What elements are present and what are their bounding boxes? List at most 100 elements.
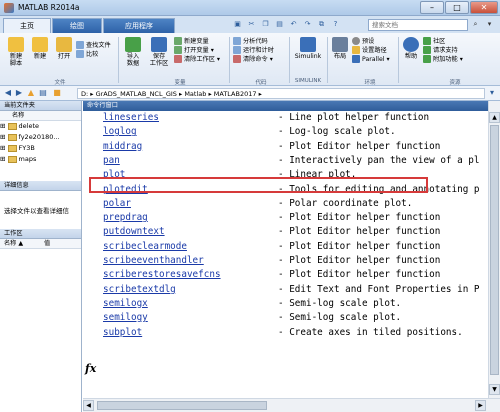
scroll-up-button[interactable]: ▲ xyxy=(489,112,500,123)
vertical-scroll-thumb[interactable] xyxy=(490,125,499,375)
tab-plots[interactable]: 绘图 xyxy=(52,18,102,33)
import-data-button[interactable]: 导入 数据 xyxy=(122,37,144,67)
parallel-label: Parallel ▾ xyxy=(362,56,390,63)
function-link[interactable]: polar xyxy=(103,197,131,211)
current-folder-path[interactable]: D: ▸ GrADS_MATLAB_NCL_GIS ▸ Matlab ▸ MAT… xyxy=(77,88,485,99)
back-arrow-icon[interactable]: ◀ xyxy=(3,88,13,98)
expand-icon[interactable]: ⊞ xyxy=(0,155,5,163)
search-icon[interactable]: ⌕ xyxy=(470,19,481,30)
add-ons-icon xyxy=(423,55,431,63)
scroll-down-button[interactable]: ▼ xyxy=(489,384,500,395)
folder-item[interactable]: ⊞ delete xyxy=(0,121,81,132)
add-ons-button[interactable]: 附加功能 ▾ xyxy=(423,55,463,64)
expand-icon[interactable]: ⊞ xyxy=(0,144,5,152)
horizontal-scrollbar[interactable]: ◀ ▶ xyxy=(83,398,500,412)
undo-quick-icon[interactable]: ↶ xyxy=(288,19,299,30)
scroll-left-button[interactable]: ◀ xyxy=(83,400,94,411)
function-link[interactable]: semilogx xyxy=(103,297,148,311)
copy-quick-icon[interactable]: ❐ xyxy=(260,19,271,30)
function-link[interactable]: lineseries xyxy=(103,111,159,125)
function-link[interactable]: prepdrag xyxy=(103,211,148,225)
clear-workspace-button[interactable]: 清除工作区 ▾ xyxy=(174,55,220,64)
function-link[interactable]: loglog xyxy=(103,125,137,139)
compare-button[interactable]: 比较 xyxy=(76,50,111,59)
community-label: 社区 xyxy=(433,38,446,45)
function-description: - Plot Editor helper function xyxy=(278,212,441,224)
save-quick-icon[interactable]: ▣ xyxy=(232,19,243,30)
expand-icon[interactable]: ⊞ xyxy=(0,122,5,130)
horizontal-scroll-thumb[interactable] xyxy=(97,401,267,410)
folder-item[interactable]: ⊞ fy2e20180... xyxy=(0,132,81,143)
parallel-button[interactable]: Parallel ▾ xyxy=(352,55,390,64)
simulink-button[interactable]: Simulink xyxy=(293,37,323,60)
details-header[interactable]: 详细信息 xyxy=(0,181,81,191)
forward-arrow-icon[interactable]: ▶ xyxy=(14,88,24,98)
vertical-scrollbar[interactable]: ▲ ▼ xyxy=(488,101,500,398)
section-resources: 资源 xyxy=(449,80,461,86)
analyze-code-icon xyxy=(233,37,241,45)
help-quick-icon[interactable]: ? xyxy=(330,19,341,30)
command-output-row: semilogy - Semi-log scale plot. xyxy=(83,311,488,325)
community-button[interactable]: 社区 xyxy=(423,37,463,46)
preferences-label: 预设 xyxy=(362,38,375,45)
cut-quick-icon[interactable]: ✂ xyxy=(246,19,257,30)
current-folder-column-header[interactable]: 名称 xyxy=(0,111,81,121)
run-and-time-button[interactable]: 运行和计时 xyxy=(233,46,274,55)
function-browser-icon[interactable]: fx xyxy=(85,362,96,375)
search-documentation-input[interactable] xyxy=(368,19,468,31)
folder-item[interactable]: ⊞ FY3B xyxy=(0,143,81,154)
folder-item[interactable]: ⊞ maps xyxy=(0,154,81,165)
options-icon[interactable]: ▾ xyxy=(484,19,495,30)
import-data-label: 导入 数据 xyxy=(126,53,140,67)
open-variable-button[interactable]: 打开变量 ▾ xyxy=(174,46,220,55)
function-link[interactable]: pan xyxy=(103,154,120,168)
function-link[interactable]: putdowntext xyxy=(103,225,165,239)
set-path-button[interactable]: 设置路径 xyxy=(352,46,390,55)
function-link[interactable]: scribetextdlg xyxy=(103,283,176,297)
scroll-right-button[interactable]: ▶ xyxy=(475,400,486,411)
find-files-button[interactable]: 查找文件 xyxy=(76,41,111,50)
clear-commands-button[interactable]: 清除命令 ▾ xyxy=(233,55,274,64)
new-button[interactable]: 新建 xyxy=(30,37,50,60)
maximize-button[interactable]: □ xyxy=(445,1,469,14)
folder-name: maps xyxy=(18,155,37,163)
path-dropdown-icon[interactable]: ▾ xyxy=(487,88,497,98)
new-variable-button[interactable]: 新建变量 xyxy=(174,37,220,46)
workspace-header[interactable]: 工作区 xyxy=(0,229,81,239)
preferences-button[interactable]: 预设 xyxy=(352,37,390,46)
browse-folder-icon[interactable]: ▤ xyxy=(38,88,48,98)
command-output-row: subplot - Create axes in tiled positions. xyxy=(83,326,488,340)
tab-apps[interactable]: 应用程序 xyxy=(103,18,175,33)
function-description: - Polar coordinate plot. xyxy=(278,197,413,209)
function-link[interactable]: subplot xyxy=(103,326,142,340)
layout-button[interactable]: 布局 xyxy=(331,37,349,60)
new-variable-label: 新建变量 xyxy=(184,38,209,45)
function-link[interactable]: semilogy xyxy=(103,311,148,325)
save-workspace-button[interactable]: 保存 工作区 xyxy=(147,37,171,67)
expand-icon[interactable]: ⊞ xyxy=(0,133,5,141)
open-button[interactable]: 打开 xyxy=(54,37,74,60)
new-label: 新建 xyxy=(33,53,47,60)
help-button[interactable]: 帮助 xyxy=(402,37,420,60)
current-folder-title: 当前文件夹 xyxy=(4,102,35,109)
analyze-code-button[interactable]: 分析代码 xyxy=(233,37,274,46)
function-link[interactable]: scriberestoresavefcns xyxy=(103,268,221,282)
new-script-button[interactable]: 新建 脚本 xyxy=(6,37,26,67)
function-link[interactable]: scribeeventhandler xyxy=(103,254,204,268)
tab-home[interactable]: 主页 xyxy=(3,18,51,33)
redo-quick-icon[interactable]: ↷ xyxy=(302,19,313,30)
open-variable-label: 打开变量 ▾ xyxy=(184,47,214,54)
close-button[interactable]: ✕ xyxy=(470,1,498,14)
minimize-button[interactable]: – xyxy=(420,1,444,14)
switch-window-icon[interactable]: ⧉ xyxy=(316,19,327,30)
workspace-name-column[interactable]: 名称 ▲ xyxy=(4,239,23,249)
function-link[interactable]: scribeclearmode xyxy=(103,240,187,254)
request-support-button[interactable]: 请求支持 xyxy=(423,46,463,55)
function-description: - Plot Editor helper function xyxy=(278,226,441,238)
function-link[interactable]: middrag xyxy=(103,140,142,154)
command-window[interactable]: 命令行窗口 lineseries - Line plot helper funct… xyxy=(83,101,488,398)
up-folder-icon[interactable]: ▲ xyxy=(26,88,36,98)
paste-quick-icon[interactable]: ▤ xyxy=(274,19,285,30)
workspace-value-column[interactable]: 值 xyxy=(44,239,50,249)
function-description: - Semi-log scale plot. xyxy=(278,297,402,309)
